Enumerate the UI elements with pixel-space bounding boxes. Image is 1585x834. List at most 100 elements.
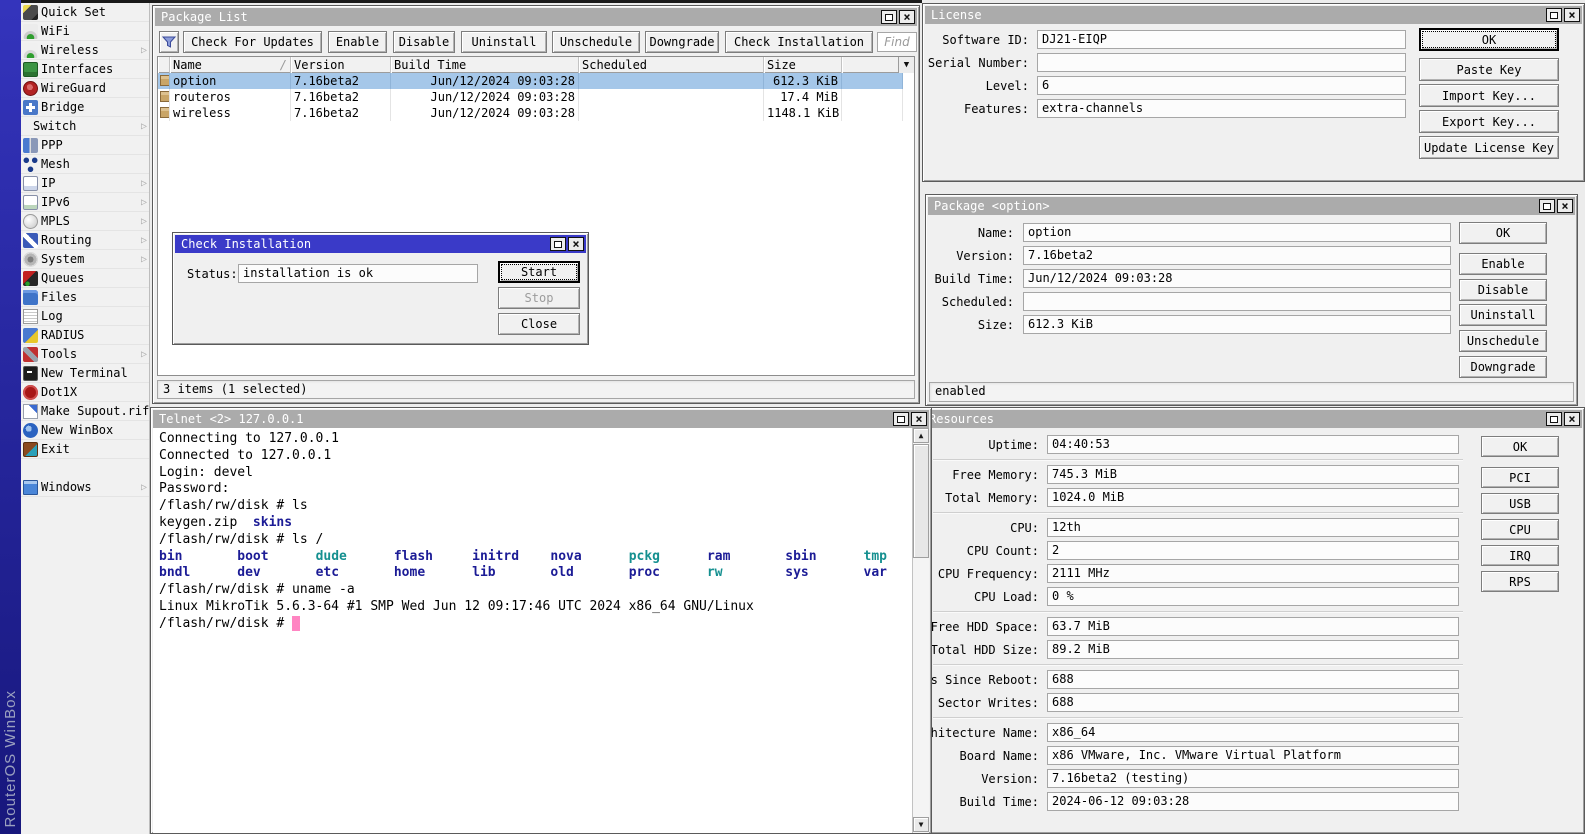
status-field[interactable]: installation is ok bbox=[238, 264, 478, 283]
sidebar-item-queues[interactable]: Queues bbox=[21, 269, 149, 288]
minimize-button[interactable] bbox=[1546, 8, 1562, 22]
table-row[interactable]: routeros7.16beta2Jun/12/2024 09:03:2817.… bbox=[158, 89, 903, 105]
sidebar-item-mpls[interactable]: MPLS▷ bbox=[21, 212, 149, 231]
architecture-name-field[interactable]: x86_64 bbox=[1047, 723, 1459, 742]
name-field[interactable]: option bbox=[1023, 223, 1451, 242]
software-id-field[interactable]: DJ21-EIQP bbox=[1037, 30, 1406, 49]
ok-button[interactable]: OK bbox=[1459, 222, 1547, 244]
enable-button[interactable]: Enable bbox=[1459, 253, 1547, 275]
downgrade-button[interactable]: Downgrade bbox=[645, 31, 719, 53]
cpu-load-field[interactable]: 0 % bbox=[1047, 587, 1459, 606]
column-header-version[interactable]: Version bbox=[291, 57, 391, 73]
uninstall-button[interactable]: Uninstall bbox=[1459, 304, 1547, 326]
sidebar-item-windows[interactable]: Windows▷ bbox=[21, 478, 149, 497]
close-button[interactable]: × bbox=[899, 10, 915, 24]
disable-button[interactable]: Disable bbox=[1459, 279, 1547, 301]
sidebar-item-files[interactable]: Files bbox=[21, 288, 149, 307]
minimize-button[interactable] bbox=[1546, 412, 1562, 426]
column-header-scheduled[interactable]: Scheduled bbox=[579, 57, 764, 73]
build-time-field[interactable]: 2024-06-12 09:03:28 bbox=[1047, 792, 1459, 811]
minimize-button[interactable] bbox=[881, 10, 897, 24]
table-row[interactable]: wireless7.16beta2Jun/12/2024 09:03:28114… bbox=[158, 105, 903, 121]
cpu-frequency-field[interactable]: 2111 MHz bbox=[1047, 564, 1459, 583]
sidebar-item-new-winbox[interactable]: New WinBox bbox=[21, 421, 149, 440]
downgrade-button[interactable]: Downgrade bbox=[1459, 356, 1547, 378]
sidebar-item-radius[interactable]: RADIUS bbox=[21, 326, 149, 345]
uptime-field[interactable]: 04:40:53 bbox=[1047, 435, 1459, 454]
column-header-size[interactable]: Size bbox=[764, 57, 842, 73]
close-button[interactable]: × bbox=[1564, 412, 1580, 426]
sidebar-item-wireguard[interactable]: WireGuard bbox=[21, 79, 149, 98]
unschedule-button[interactable]: Unschedule bbox=[552, 31, 640, 53]
cpu-field[interactable]: 12th bbox=[1047, 518, 1459, 537]
sidebar-item-ipv6[interactable]: IPv6▷ bbox=[21, 193, 149, 212]
total-hdd-size-field[interactable]: 89.2 MiB bbox=[1047, 640, 1459, 659]
close-button[interactable]: × bbox=[568, 237, 584, 251]
column-select-button[interactable]: ▼ bbox=[898, 57, 914, 73]
filter-button[interactable] bbox=[159, 31, 179, 53]
find-input[interactable]: Find bbox=[877, 32, 917, 52]
check-for-updates-button[interactable]: Check For Updates bbox=[183, 31, 322, 53]
minimize-button[interactable] bbox=[1539, 199, 1555, 213]
column-header-build_time[interactable]: Build Time bbox=[391, 57, 579, 73]
level-field[interactable]: 6 bbox=[1037, 76, 1406, 95]
size-field[interactable]: 612.3 KiB bbox=[1023, 315, 1451, 334]
column-header-blank[interactable] bbox=[842, 57, 903, 73]
sidebar-item-dot1x[interactable]: Dot1X bbox=[21, 383, 149, 402]
version-field[interactable]: 7.16beta2 (testing) bbox=[1047, 769, 1459, 788]
cpu-count-field[interactable]: 2 bbox=[1047, 541, 1459, 560]
table-row[interactable]: option7.16beta2Jun/12/2024 09:03:28612.3… bbox=[158, 73, 903, 89]
scroll-up-button[interactable]: ▲ bbox=[913, 428, 929, 443]
start-button[interactable]: Start bbox=[498, 261, 580, 283]
close-button[interactable]: × bbox=[911, 412, 927, 426]
cpu-button[interactable]: CPU bbox=[1481, 519, 1559, 540]
enable-button[interactable]: Enable bbox=[328, 31, 387, 53]
sector-writes-since-reboot-field[interactable]: 688 bbox=[1047, 670, 1459, 689]
sidebar-item-ip[interactable]: IP▷ bbox=[21, 174, 149, 193]
sidebar-item-ppp[interactable]: PPP bbox=[21, 136, 149, 155]
uninstall-button[interactable]: Uninstall bbox=[461, 31, 547, 53]
sidebar-item-new-terminal[interactable]: New Terminal bbox=[21, 364, 149, 383]
rps-button[interactable]: RPS bbox=[1481, 571, 1559, 592]
column-header-blank[interactable] bbox=[158, 57, 170, 73]
unschedule-button[interactable]: Unschedule bbox=[1459, 330, 1547, 352]
close-button[interactable]: × bbox=[1557, 199, 1573, 213]
terminal-scrollbar[interactable]: ▲ ▼ bbox=[912, 428, 929, 833]
features-field[interactable]: extra-channels bbox=[1037, 99, 1406, 118]
disable-button[interactable]: Disable bbox=[393, 31, 455, 53]
sidebar-item-bridge[interactable]: Bridge bbox=[21, 98, 149, 117]
sidebar-item-wifi[interactable]: WiFi bbox=[21, 22, 149, 41]
close-button[interactable]: × bbox=[1564, 8, 1580, 22]
export-key-button[interactable]: Export Key... bbox=[1419, 110, 1559, 133]
sidebar-item-quick-set[interactable]: Quick Set bbox=[21, 3, 149, 22]
total-memory-field[interactable]: 1024.0 MiB bbox=[1047, 488, 1459, 507]
sidebar-item-switch[interactable]: Switch▷ bbox=[21, 117, 149, 136]
usb-button[interactable]: USB bbox=[1481, 493, 1559, 514]
board-name-field[interactable]: x86 VMware, Inc. VMware Virtual Platform bbox=[1047, 746, 1459, 765]
stop-button[interactable]: Stop bbox=[498, 287, 580, 309]
version-field[interactable]: 7.16beta2 bbox=[1023, 246, 1451, 265]
free-hdd-space-field[interactable]: 63.7 MiB bbox=[1047, 617, 1459, 636]
scroll-down-button[interactable]: ▼ bbox=[913, 817, 929, 832]
column-header-name[interactable]: Name/ bbox=[170, 57, 291, 73]
minimize-button[interactable] bbox=[893, 412, 909, 426]
build-time-field[interactable]: Jun/12/2024 09:03:28 bbox=[1023, 269, 1451, 288]
sidebar-item-mesh[interactable]: Mesh bbox=[21, 155, 149, 174]
sidebar-item-log[interactable]: Log bbox=[21, 307, 149, 326]
update-license-key-button[interactable]: Update License Key bbox=[1419, 136, 1559, 159]
serial-number-field[interactable] bbox=[1037, 53, 1406, 72]
sidebar-item-tools[interactable]: Tools▷ bbox=[21, 345, 149, 364]
sidebar-item-system[interactable]: System▷ bbox=[21, 250, 149, 269]
total-sector-writes-field[interactable]: 688 bbox=[1047, 693, 1459, 712]
scroll-thumb[interactable] bbox=[913, 444, 929, 558]
minimize-button[interactable] bbox=[550, 237, 566, 251]
paste-key-button[interactable]: Paste Key bbox=[1419, 58, 1559, 81]
pci-button[interactable]: PCI bbox=[1481, 467, 1559, 488]
sidebar-item-exit[interactable]: Exit bbox=[21, 440, 149, 459]
free-memory-field[interactable]: 745.3 MiB bbox=[1047, 465, 1459, 484]
scheduled-field[interactable] bbox=[1023, 292, 1451, 311]
ok-button[interactable]: OK bbox=[1481, 436, 1559, 457]
sidebar-item-wireless[interactable]: Wireless▷ bbox=[21, 41, 149, 60]
import-key-button[interactable]: Import Key... bbox=[1419, 84, 1559, 107]
sidebar-item-routing[interactable]: Routing▷ bbox=[21, 231, 149, 250]
